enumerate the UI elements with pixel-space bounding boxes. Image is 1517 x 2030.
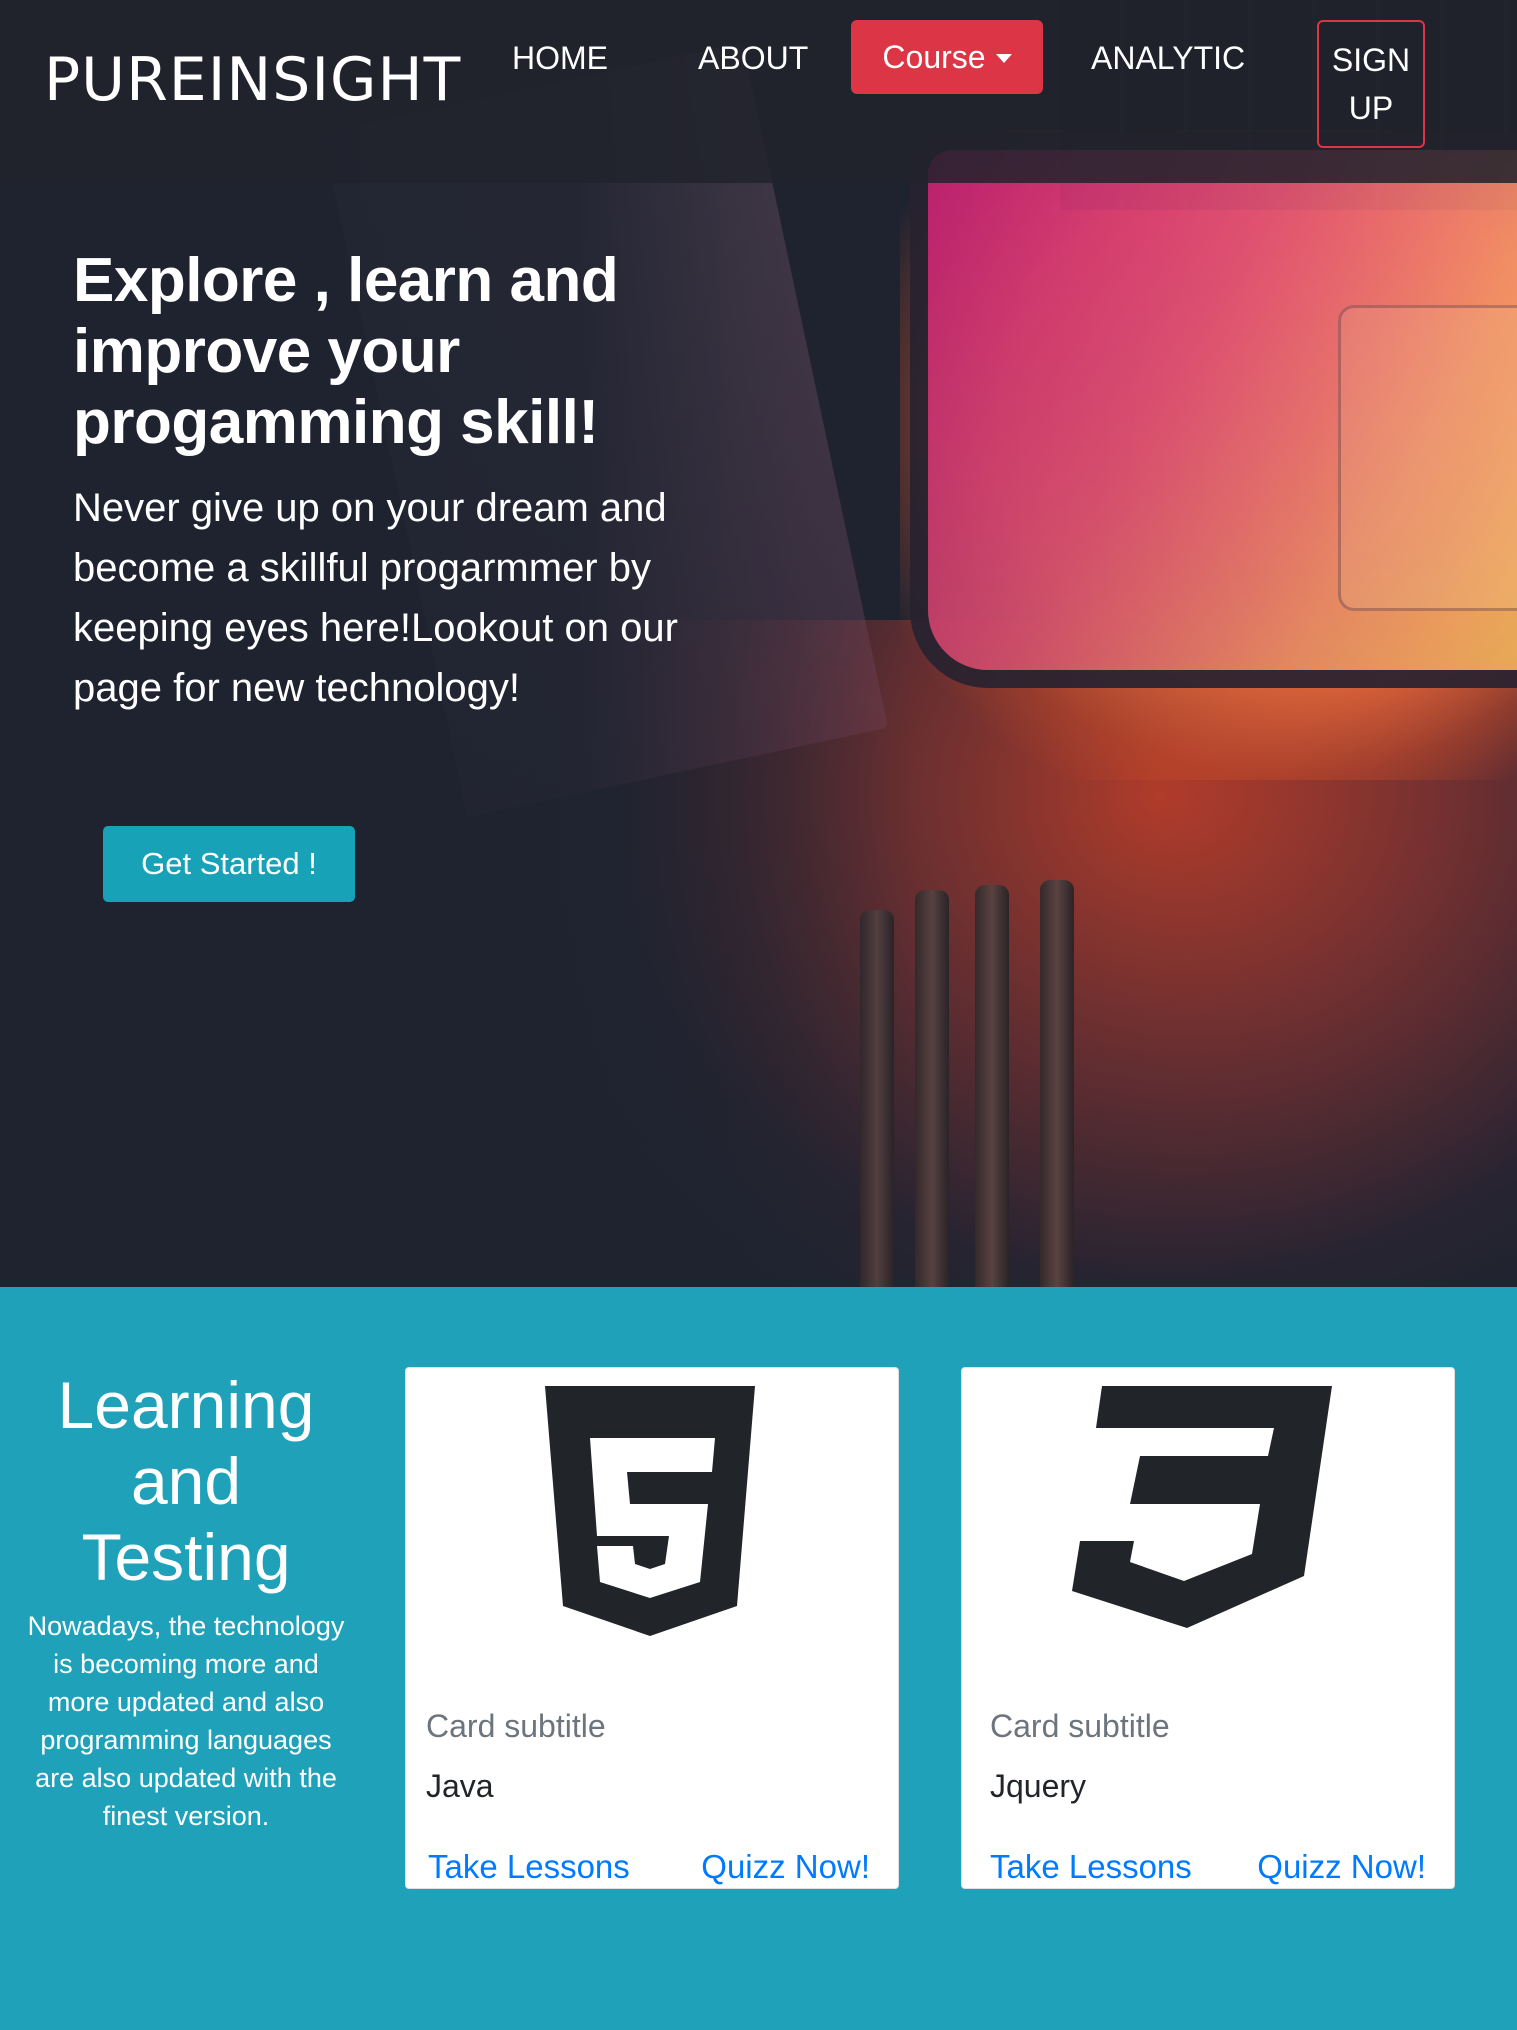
hero-title: Explore , learn and improve your progamm… <box>73 246 619 457</box>
section-title-line3: Testing <box>81 1520 291 1594</box>
card-subtitle: Card subtitle <box>426 1708 606 1744</box>
course-card-java: Card subtitle Java Take Lessons Quizz No… <box>405 1367 899 1889</box>
section-title: Learning and Testing <box>20 1367 352 1595</box>
card-subtitle: Card subtitle <box>990 1708 1170 1744</box>
page: PUREINSIGHT HOME ABOUT Course ANALYTIC S… <box>0 0 1517 2030</box>
course-dropdown-button[interactable]: Course <box>851 20 1043 94</box>
css3-icon <box>962 1386 1454 1656</box>
nav-link-analytic[interactable]: ANALYTIC <box>1091 36 1245 80</box>
get-started-button[interactable]: Get Started ! <box>103 826 355 902</box>
quiz-now-link[interactable]: Quizz Now! <box>701 1848 870 1886</box>
card-title: Jquery <box>990 1768 1087 1804</box>
take-lessons-link[interactable]: Take Lessons <box>990 1848 1192 1886</box>
nav-link-about[interactable]: ABOUT <box>698 36 808 80</box>
card-title: Java <box>426 1768 494 1804</box>
html5-icon <box>406 1386 898 1656</box>
caret-down-icon <box>995 53 1012 63</box>
section-title-line2: and <box>130 1444 242 1518</box>
learning-section: Learning and Testing Nowadays, the techn… <box>0 1287 1517 2030</box>
signup-button[interactable]: SIGN UP <box>1317 20 1425 148</box>
hero-subtitle: Never give up on your dream and become a… <box>73 486 678 710</box>
course-card-jquery: Card subtitle Jquery Take Lessons Quizz … <box>961 1367 1455 1889</box>
course-dropdown-label: Course <box>882 38 986 75</box>
take-lessons-link[interactable]: Take Lessons <box>428 1848 630 1886</box>
section-title-line1: Learning <box>57 1368 315 1442</box>
quiz-now-link[interactable]: Quizz Now! <box>1257 1848 1426 1886</box>
brand-logo[interactable]: PUREINSIGHT <box>44 44 461 116</box>
signup-label-line1: SIGN <box>1331 42 1411 78</box>
signup-label-line2: UP <box>1348 90 1394 126</box>
hero-section: PUREINSIGHT HOME ABOUT Course ANALYTIC S… <box>0 0 1517 1287</box>
nav-link-home[interactable]: HOME <box>512 36 608 80</box>
section-description: Nowadays, the technology is becoming mor… <box>27 1611 345 1831</box>
navbar: PUREINSIGHT HOME ABOUT Course ANALYTIC S… <box>0 0 1517 183</box>
